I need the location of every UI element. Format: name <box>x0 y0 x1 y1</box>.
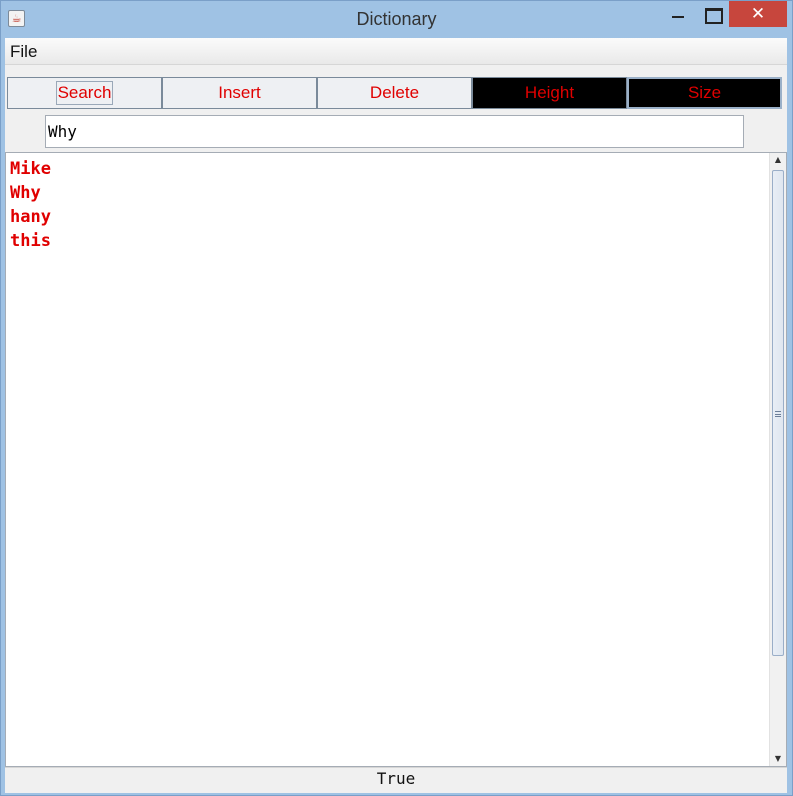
word-list-item: this <box>10 231 51 251</box>
delete-button[interactable]: Delete <box>317 77 472 109</box>
word-list-item: Why <box>10 183 41 203</box>
vertical-scrollbar[interactable]: ▲ ▼ <box>769 153 786 766</box>
insert-button[interactable]: Insert <box>162 77 317 109</box>
height-button[interactable]: Height <box>472 77 627 109</box>
word-list-item: hany <box>10 207 51 227</box>
toolbar: Search Insert Delete Height Size <box>7 77 783 109</box>
grip-icon <box>775 411 781 417</box>
word-list-item: Mike <box>10 159 51 179</box>
scroll-up-arrow-icon[interactable]: ▲ <box>770 153 786 167</box>
word-list: Mike Why hany this <box>10 157 51 253</box>
minimize-button[interactable] <box>661 1 695 29</box>
menu-bar: File <box>5 38 787 65</box>
search-button-label: Search <box>55 81 114 105</box>
close-button[interactable]: ✕ <box>729 1 787 27</box>
app-window: ☕ Dictionary ✕ File Search Insert Delete… <box>0 0 793 796</box>
scroll-thumb[interactable] <box>772 170 784 656</box>
search-input[interactable]: Why <box>45 115 744 148</box>
word-list-area[interactable]: Mike Why hany this ▲ ▼ <box>5 152 787 767</box>
menu-file[interactable]: File <box>10 42 37 62</box>
maximize-button[interactable] <box>695 1 729 29</box>
title-bar[interactable]: ☕ Dictionary ✕ <box>1 1 792 37</box>
search-button[interactable]: Search <box>7 77 162 109</box>
status-label: True <box>5 767 787 791</box>
scroll-down-arrow-icon[interactable]: ▼ <box>770 752 786 766</box>
client-area: File Search Insert Delete Height Size Wh… <box>5 38 787 793</box>
size-button[interactable]: Size <box>627 77 782 109</box>
